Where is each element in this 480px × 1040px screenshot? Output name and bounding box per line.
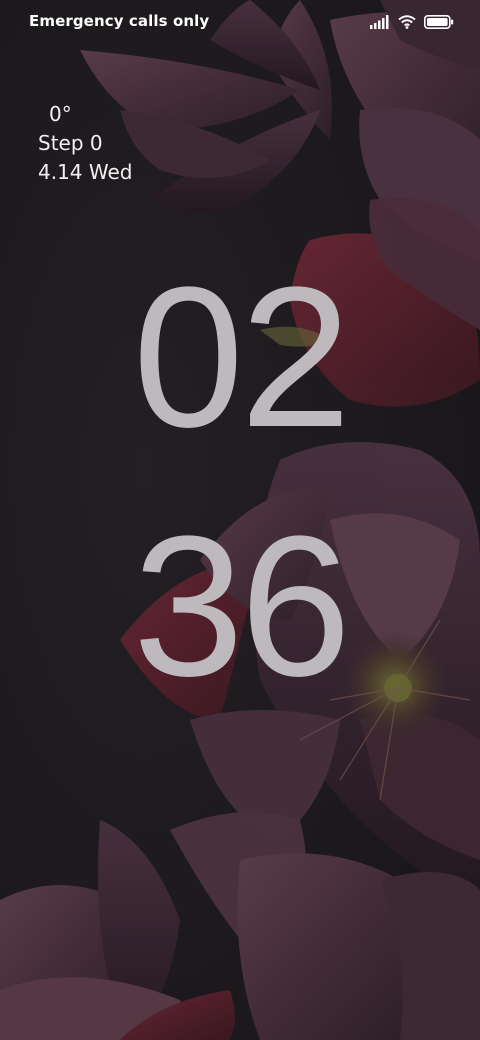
carrier-status-text: Emergency calls only [29,12,210,30]
temperature-text: 0° [49,102,72,126]
clock-minutes: 36 [132,495,351,718]
step-count-text: Step 0 [38,131,103,155]
info-widget: 0° Step 0 4.14 Wed [38,100,133,187]
status-bar: Emergency calls only [0,0,480,44]
battery-icon [424,15,454,29]
status-icons [370,12,454,32]
wifi-icon [398,15,416,29]
date-text: 4.14 Wed [38,160,133,184]
clock-hours: 02 [132,246,351,469]
lock-screen: Emergency calls only 0° Step 0 4.14 Wed … [0,0,480,1040]
signal-icon [370,15,389,29]
